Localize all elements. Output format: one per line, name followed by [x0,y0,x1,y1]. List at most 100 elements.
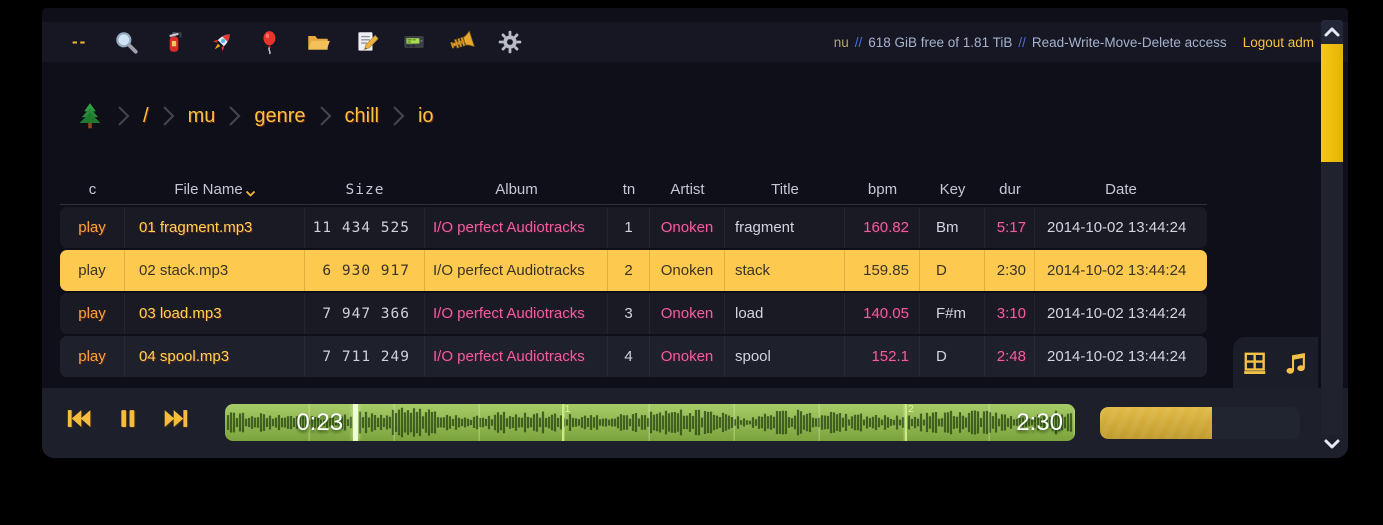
cue-marker[interactable]: 2 [905,404,907,441]
album-cell: I/O perfect Audiotracks [425,336,608,377]
key-cell: D [920,336,985,377]
balloon-icon[interactable] [256,29,283,56]
artist-cell: Onoken [650,250,725,291]
album-cell: I/O perfect Audiotracks [425,250,608,291]
scroll-up-button[interactable] [1321,20,1343,44]
file-size: 6 930 917 [305,250,425,291]
artist-cell: Onoken [650,207,725,248]
date-cell: 2014-10-02 13:44:24 [1035,293,1207,334]
free-space-label: 618 GiB free of 1.81 TiB [868,35,1012,50]
column-header-dur[interactable]: dur [985,175,1035,204]
browser-window: -- nu // 618 GiB free [0,0,1383,525]
duration-cell: 3:10 [985,293,1035,334]
playhead[interactable] [353,404,358,441]
column-header-album[interactable]: Album [425,175,608,204]
pause-button[interactable] [113,404,142,433]
chevron-right-icon [228,104,241,128]
table-row-selected[interactable]: play 02 stack.mp3 6 930 917 I/O perfect … [60,250,1207,291]
breadcrumb-mu[interactable]: mu [188,105,216,128]
breadcrumb: / mu genre chill io [76,96,434,136]
tree-root-icon[interactable] [76,102,104,130]
scrollbar-thumb[interactable] [1321,44,1343,162]
music-note-icon[interactable] [1283,350,1309,376]
file-size: 7 711 249 [305,336,425,377]
breadcrumb-chill[interactable]: chill [345,105,379,128]
chevron-right-icon [319,104,332,128]
pager-icon[interactable] [400,29,427,56]
title-cell: fragment [725,207,845,248]
key-cell: F#m [920,293,985,334]
title-cell: stack [725,250,845,291]
grid-view-icon[interactable] [1242,350,1268,376]
play-link[interactable]: play [60,293,125,334]
track-number-cell: 4 [608,336,650,377]
fire-extinguisher-icon[interactable] [160,29,187,56]
chevron-right-icon [117,104,130,128]
scrollbar [1321,20,1343,453]
column-header-key[interactable]: Key [920,175,985,204]
table-row[interactable]: play 01 fragment.mp3 11 434 525 I/O perf… [60,207,1207,248]
play-link[interactable]: play [60,207,125,248]
file-size: 7 947 366 [305,293,425,334]
duration-cell: 2:48 [985,336,1035,377]
column-header-file-name[interactable]: File Name [125,175,305,204]
column-header-bpm[interactable]: bpm [845,175,920,204]
widget-toggle-panel [1233,337,1318,388]
column-header-c[interactable]: c [60,175,125,204]
file-name-link[interactable]: 03 load.mp3 [125,293,305,334]
table-row[interactable]: play 04 spool.mp3 7 711 249 I/O perfect … [60,336,1207,377]
column-header-date[interactable]: Date [1035,175,1207,204]
settings-gear-icon[interactable] [496,29,523,56]
artist-cell: Onoken [650,336,725,377]
folder-icon[interactable] [304,29,331,56]
logout-link[interactable]: Logout adm [1243,35,1314,50]
scroll-down-button[interactable] [1321,435,1343,453]
breadcrumb-io[interactable]: io [418,105,434,128]
column-header-artist[interactable]: Artist [650,175,725,204]
artist-cell: Onoken [650,293,725,334]
column-header-size[interactable]: Size [305,175,425,204]
file-name-link[interactable]: 01 fragment.mp3 [125,207,305,248]
next-track-button[interactable] [162,404,191,433]
chevron-right-icon [162,104,175,128]
chevron-right-icon [392,104,405,128]
file-size: 11 434 525 [305,207,425,248]
memo-icon[interactable] [352,29,379,56]
access-label: Read-Write-Move-Delete access [1032,35,1227,50]
seekbar[interactable]: 1 2 0:23 2:30 [225,404,1075,441]
trumpet-icon[interactable] [448,29,475,56]
play-link[interactable]: play [60,250,125,291]
track-number-cell: 3 [608,293,650,334]
bpm-cell: 152.1 [845,336,920,377]
previous-track-button[interactable] [64,404,93,433]
key-cell: Bm [920,207,985,248]
collapse-toolbar-button[interactable]: -- [72,32,87,52]
volume-slider[interactable] [1100,407,1300,439]
player-controls [64,404,191,433]
date-cell: 2014-10-02 13:44:24 [1035,207,1207,248]
date-cell: 2014-10-02 13:44:24 [1035,250,1207,291]
search-icon[interactable] [112,29,139,56]
duration-cell: 5:17 [985,207,1035,248]
player-bar: 1 2 0:23 2:30 [42,388,1348,458]
volume-fill [1100,407,1212,439]
file-name-link[interactable]: 02 stack.mp3 [125,250,305,291]
play-link[interactable]: play [60,336,125,377]
date-cell: 2014-10-02 13:44:24 [1035,336,1207,377]
bpm-cell: 140.05 [845,293,920,334]
rocket-icon[interactable] [208,29,235,56]
album-cell: I/O perfect Audiotracks [425,293,608,334]
active-user-label: nu [834,35,849,50]
elapsed-time: 0:23 [296,404,343,441]
column-header-title[interactable]: Title [725,175,845,204]
status-separator: // [1018,35,1026,50]
breadcrumb-genre[interactable]: genre [254,105,305,128]
table-row[interactable]: play 03 load.mp3 7 947 366 I/O perfect A… [60,293,1207,334]
breadcrumb-root[interactable]: / [143,105,149,128]
file-name-link[interactable]: 04 spool.mp3 [125,336,305,377]
cue-marker[interactable]: 1 [562,404,564,441]
column-header-tn[interactable]: tn [608,175,650,204]
file-browser-app: -- nu // 618 GiB free [42,8,1348,458]
status-bar: nu // 618 GiB free of 1.81 TiB // Read-W… [834,22,1314,62]
total-time: 2:30 [1016,404,1063,441]
